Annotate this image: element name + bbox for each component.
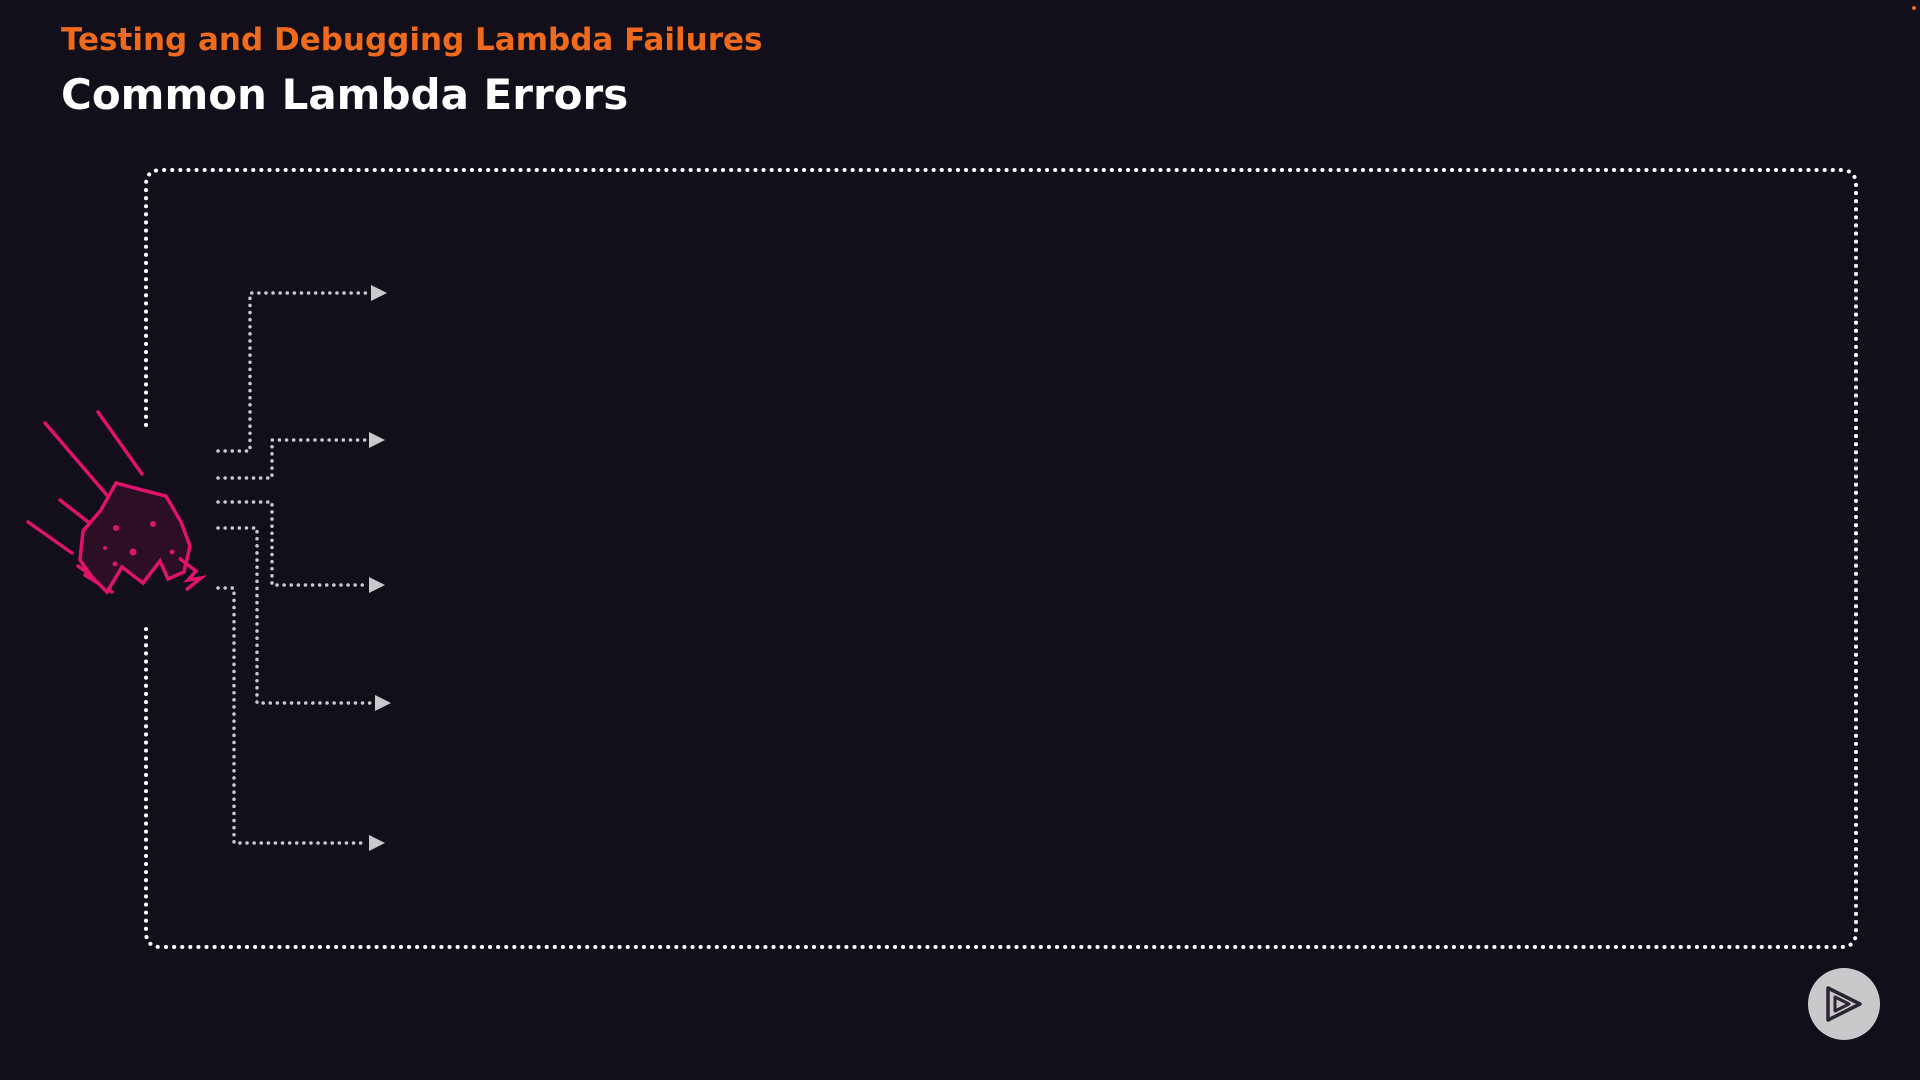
play-logo-icon	[1826, 986, 1862, 1022]
branch-connectors	[216, 291, 374, 845]
branch-arrow-2	[369, 432, 385, 448]
outer-dotted-frame	[144, 168, 1858, 949]
branch-arrow-4	[375, 695, 391, 711]
branch-arrow-5	[369, 835, 385, 851]
error-splat-icon	[26, 410, 208, 595]
branch-connector-2	[216, 438, 368, 480]
branch-connector-1	[216, 291, 370, 453]
branch-connector-5	[216, 586, 368, 845]
branch-arrows	[369, 285, 391, 851]
corner-marker	[1912, 6, 1916, 10]
branch-connector-3	[216, 500, 368, 587]
error-flow-diagram	[26, 168, 1858, 949]
branch-connector-4	[216, 526, 374, 705]
branch-arrow-1	[371, 285, 387, 301]
play-logo-button[interactable]	[1808, 968, 1880, 1040]
branch-arrow-3	[369, 577, 385, 593]
